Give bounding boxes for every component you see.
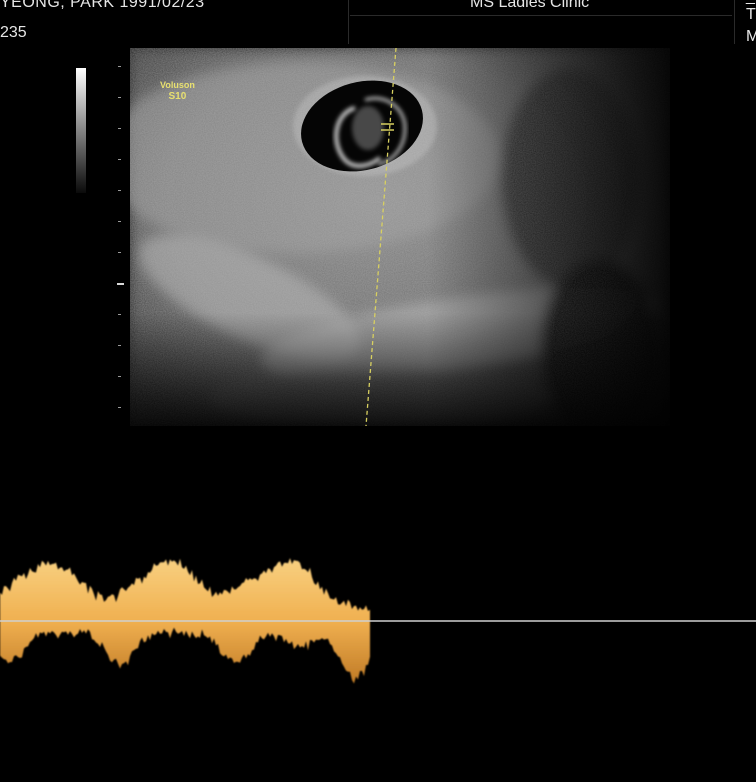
grayscale-bar — [76, 68, 86, 193]
depth-tick — [118, 128, 121, 129]
patient-id: 235 — [0, 24, 27, 41]
header-right-m: M — [746, 28, 756, 45]
header-divider — [348, 0, 349, 44]
header-divider — [734, 0, 735, 44]
header-right-t: T — [746, 6, 756, 23]
depth-tick — [118, 252, 121, 253]
depth-tick — [118, 314, 121, 315]
depth-tick — [118, 66, 121, 67]
depth-tick — [118, 221, 121, 222]
patient-name: YEONG, PARK 1991/02/23 — [0, 0, 205, 11]
probe-brand: Voluson — [160, 80, 195, 90]
header-divider-line — [350, 15, 732, 16]
depth-tick — [118, 159, 121, 160]
probe-model: S10 — [168, 91, 187, 102]
depth-tick — [118, 345, 121, 346]
depth-tick — [118, 407, 121, 408]
header-bar: YEONG, PARK 1991/02/23 235 MS Ladies Cli… — [0, 0, 756, 46]
depth-tick — [118, 376, 121, 377]
m-mode-trace — [0, 558, 756, 684]
clinic-name: MS Ladies Clinic — [470, 0, 590, 11]
depth-tick — [118, 97, 121, 98]
probe-label: Voluson S10 — [160, 79, 195, 103]
b-mode-image[interactable] — [130, 48, 670, 426]
depth-tick — [117, 283, 124, 285]
depth-tick — [118, 190, 121, 191]
